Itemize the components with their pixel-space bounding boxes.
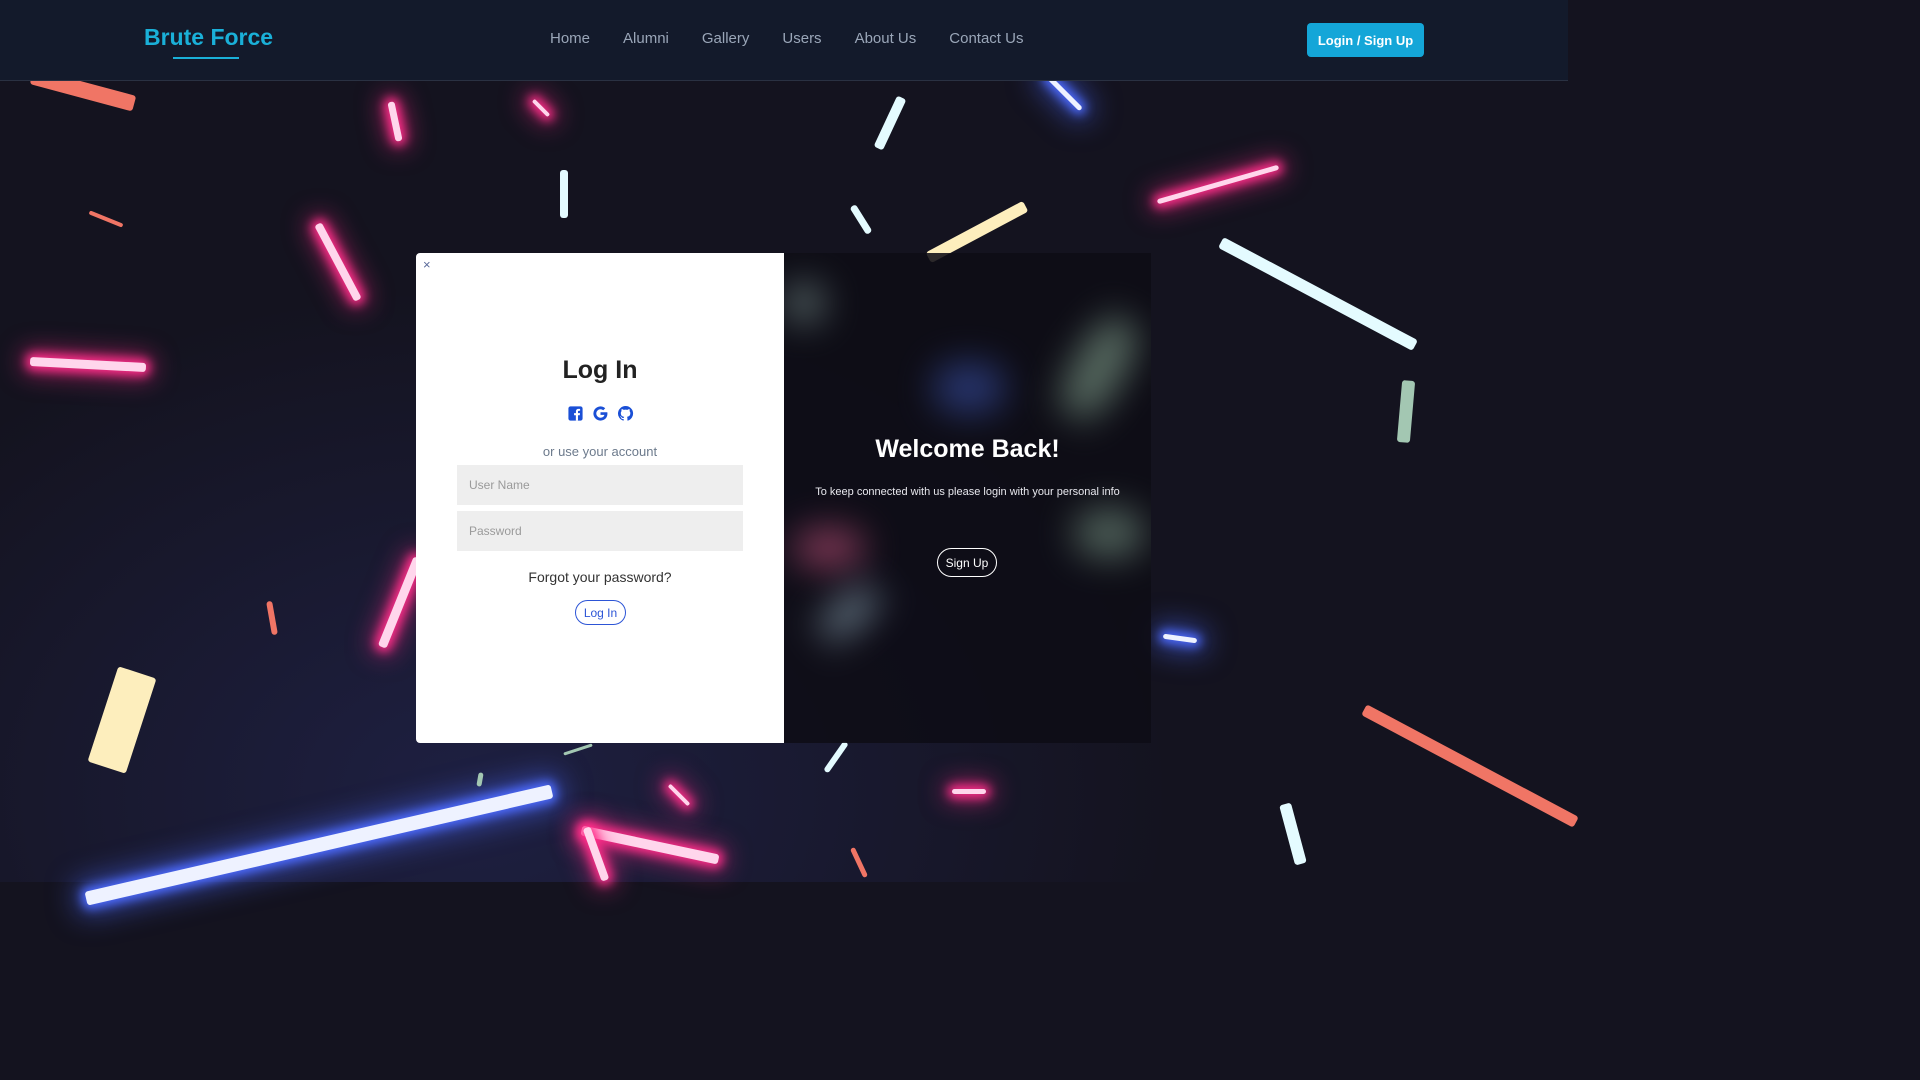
confetti-streak: [1156, 164, 1280, 205]
confetti-streak: [952, 789, 986, 794]
confetti-streak: [1361, 704, 1579, 828]
confetti-streak: [88, 210, 124, 228]
confetti-streak: [87, 666, 157, 774]
welcome-overlay: Welcome Back! To keep connected with us …: [784, 253, 1151, 743]
confetti-streak: [84, 784, 554, 906]
confetti-streak: [387, 101, 403, 142]
confetti-streak: [1279, 802, 1307, 866]
confetti-streak: [849, 204, 873, 235]
nav-link-alumni[interactable]: Alumni: [623, 30, 669, 47]
welcome-subtitle: To keep connected with us please login w…: [815, 486, 1120, 498]
confetti-streak: [823, 740, 849, 774]
login-panel: × Log In or use your account Forgot your…: [416, 253, 784, 743]
nav-link-home[interactable]: Home: [550, 30, 590, 47]
confetti-streak: [1396, 380, 1416, 443]
confetti-streak: [560, 170, 568, 218]
login-signup-button[interactable]: Login / Sign Up: [1307, 23, 1424, 57]
blurred-confetti: [1049, 307, 1149, 429]
brand-logo[interactable]: Brute Force: [144, 24, 273, 51]
alt-login-text: or use your account: [542, 444, 658, 459]
confetti-streak: [266, 600, 278, 636]
navbar: Brute Force Home Alumni Gallery Users Ab…: [0, 0, 1568, 81]
signup-button[interactable]: Sign Up: [937, 548, 997, 577]
confetti-streak: [1218, 237, 1418, 351]
nav-link-contact[interactable]: Contact Us: [949, 30, 1023, 47]
login-title: Log In: [562, 356, 638, 384]
blurred-confetti: [934, 363, 1004, 413]
blurred-confetti: [812, 579, 886, 647]
login-submit-button[interactable]: Log In: [575, 600, 626, 625]
nav-link-about[interactable]: About Us: [855, 30, 917, 47]
nav-links: Home Alumni Gallery Users About Us Conta…: [550, 30, 1023, 47]
social-login-row: [416, 405, 784, 422]
welcome-title: Welcome Back!: [875, 435, 1060, 463]
confetti-streak: [1162, 633, 1198, 644]
confetti-streak: [314, 222, 362, 302]
password-input[interactable]: [457, 511, 743, 551]
confetti-streak: [873, 95, 907, 151]
github-icon[interactable]: [617, 405, 634, 422]
username-input[interactable]: [457, 465, 743, 505]
confetti-streak: [29, 356, 147, 373]
confetti-streak: [849, 846, 869, 879]
google-icon[interactable]: [592, 405, 609, 422]
confetti-streak: [667, 783, 691, 807]
blurred-confetti: [794, 528, 864, 568]
blurred-confetti: [1074, 508, 1144, 558]
forgot-password-link[interactable]: Forgot your password?: [416, 569, 784, 585]
confetti-streak: [476, 772, 484, 787]
nav-link-gallery[interactable]: Gallery: [702, 30, 750, 47]
blurred-confetti: [784, 283, 824, 323]
confetti-streak: [563, 743, 593, 756]
confetti-streak: [531, 98, 551, 118]
nav-link-users[interactable]: Users: [782, 30, 821, 47]
brand-underline: [173, 57, 239, 59]
close-icon[interactable]: ×: [423, 257, 431, 272]
facebook-icon[interactable]: [567, 405, 584, 422]
